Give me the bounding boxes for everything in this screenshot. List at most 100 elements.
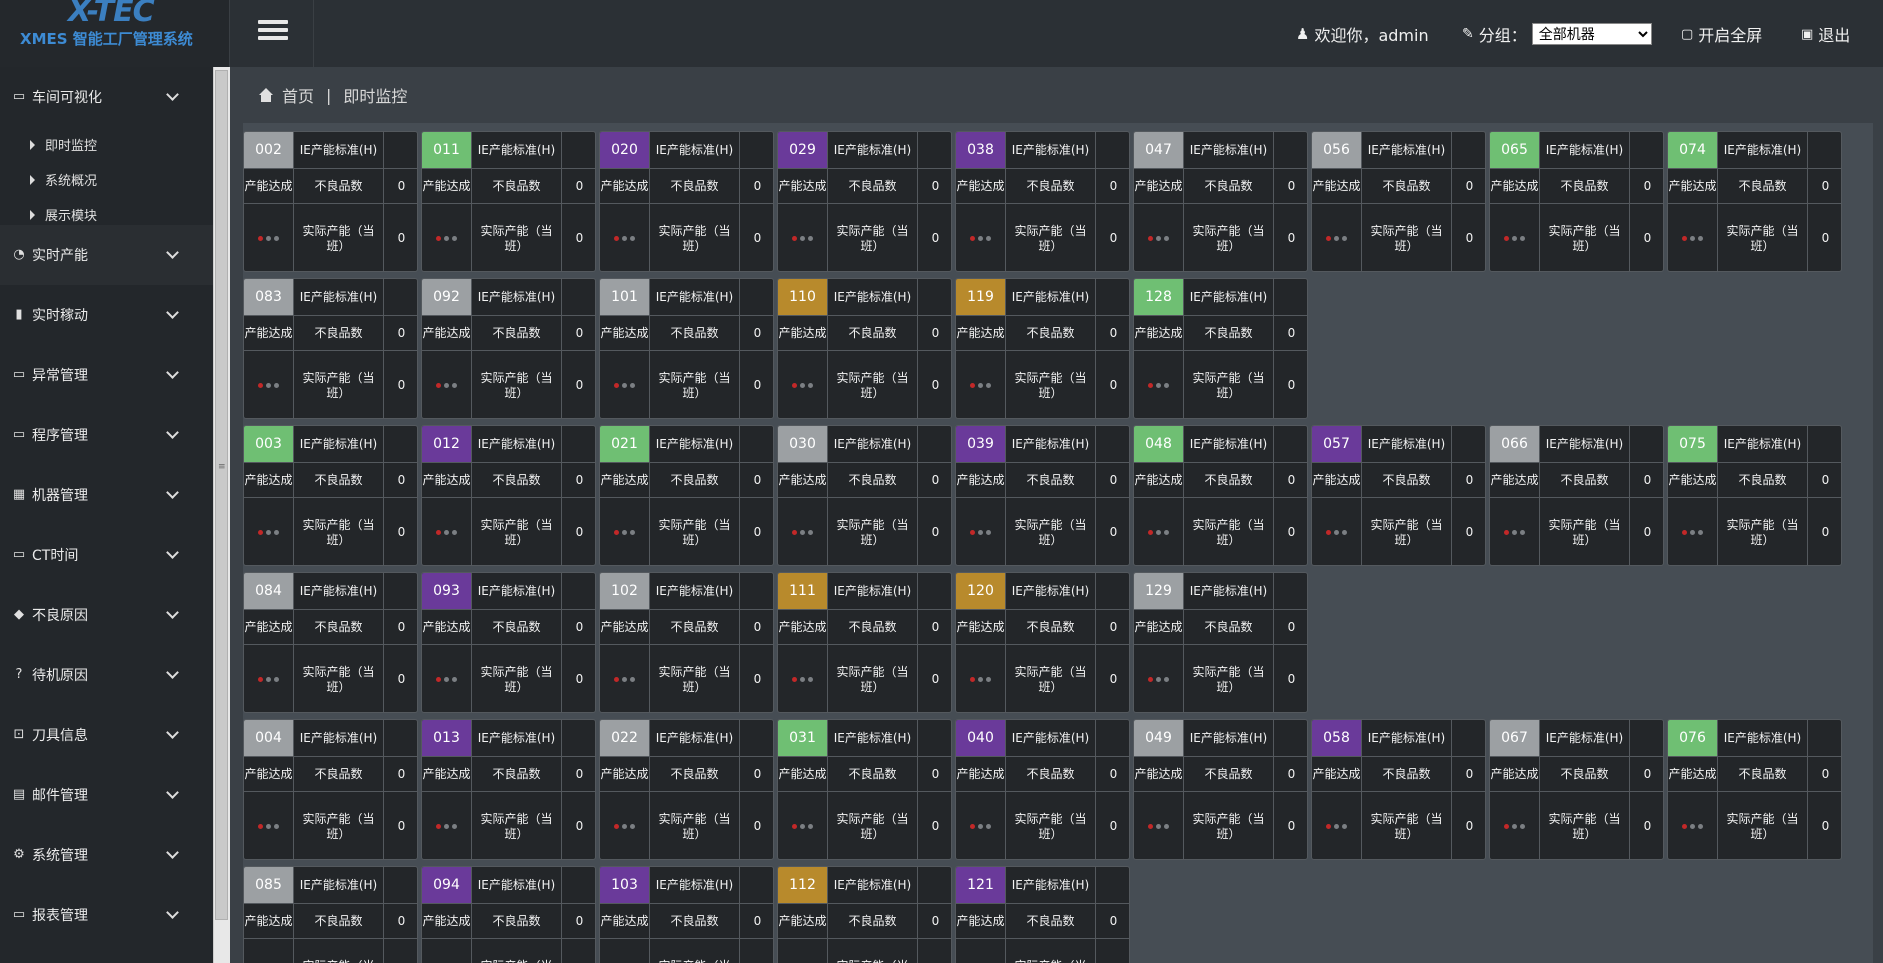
machine-id[interactable]: 094 [422,867,472,904]
machine-id[interactable]: 129 [1134,573,1184,610]
machine-id[interactable]: 040 [956,720,1006,757]
machine-card[interactable]: 002 IE产能标准(H) 产能达成 不良品数 0 实际产能（当班） 0 [243,131,418,272]
machine-id[interactable]: 065 [1490,132,1540,169]
machine-card[interactable]: 029 IE产能标准(H) 产能达成 不良品数 0 实际产能（当班） 0 [777,131,952,272]
welcome-user[interactable]: ♟ 欢迎你，admin [1296,22,1429,46]
machine-card[interactable]: 074 IE产能标准(H) 产能达成 不良品数 0 实际产能（当班） 0 [1667,131,1842,272]
machine-id[interactable]: 121 [956,867,1006,904]
machine-id[interactable]: 022 [600,720,650,757]
sidebar-item-10[interactable]: ⊡ 刀具信息 [0,705,213,765]
sidebar-scroll-thumb[interactable] [215,70,228,920]
sidebar-subitem-2[interactable]: 系统概况 [30,162,97,197]
machine-id[interactable]: 110 [778,279,828,316]
sidebar-item-9[interactable]: ? 待机原因 [0,645,213,705]
machine-card[interactable]: 129 IE产能标准(H) 产能达成 不良品数 0 实际产能（当班） 0 [1133,572,1308,713]
machine-card[interactable]: 110 IE产能标准(H) 产能达成 不良品数 0 实际产能（当班） 0 [777,278,952,419]
machine-id[interactable]: 047 [1134,132,1184,169]
sidebar-item-2[interactable]: ◔ 实时产能 [0,225,213,285]
machine-card[interactable]: 102 IE产能标准(H) 产能达成 不良品数 0 实际产能（当班） 0 [599,572,774,713]
sidebar-subitem-1[interactable]: 即时监控 [30,127,97,162]
machine-card[interactable]: 039 IE产能标准(H) 产能达成 不良品数 0 实际产能（当班） 0 [955,425,1130,566]
machine-id[interactable]: 076 [1668,720,1718,757]
machine-card[interactable]: 085IE产能标准(H)产能达成不良品数0实际产能（当班）0 [243,866,418,963]
machine-card[interactable]: 038 IE产能标准(H) 产能达成 不良品数 0 实际产能（当班） 0 [955,131,1130,272]
sidebar-item-8[interactable]: ◆ 不良原因 [0,585,213,645]
machine-card[interactable]: 076 IE产能标准(H) 产能达成 不良品数 0 实际产能（当班） 0 [1667,719,1842,860]
sidebar-item-6[interactable]: ▦ 机器管理 [0,465,213,525]
machine-card[interactable]: 047 IE产能标准(H) 产能达成 不良品数 0 实际产能（当班） 0 [1133,131,1308,272]
machine-card[interactable]: 065 IE产能标准(H) 产能达成 不良品数 0 实际产能（当班） 0 [1489,131,1664,272]
group-select[interactable]: 全部机器 [1531,23,1652,45]
machine-id[interactable]: 074 [1668,132,1718,169]
machine-card[interactable]: 066 IE产能标准(H) 产能达成 不良品数 0 实际产能（当班） 0 [1489,425,1664,566]
machine-id[interactable]: 128 [1134,279,1184,316]
machine-id[interactable]: 011 [422,132,472,169]
machine-id[interactable]: 119 [956,279,1006,316]
machine-id[interactable]: 101 [600,279,650,316]
machine-id[interactable]: 039 [956,426,1006,463]
machine-card[interactable]: 056 IE产能标准(H) 产能达成 不良品数 0 实际产能（当班） 0 [1311,131,1486,272]
machine-id[interactable]: 056 [1312,132,1362,169]
machine-id[interactable]: 020 [600,132,650,169]
machine-id[interactable]: 067 [1490,720,1540,757]
sidebar-item-3[interactable]: ▮ 实时稼动 [0,285,213,345]
machine-id[interactable]: 103 [600,867,650,904]
machine-card[interactable]: 049 IE产能标准(H) 产能达成 不良品数 0 实际产能（当班） 0 [1133,719,1308,860]
sidebar-item-12[interactable]: ⚙ 系统管理 [0,825,213,885]
machine-card[interactable]: 111 IE产能标准(H) 产能达成 不良品数 0 实际产能（当班） 0 [777,572,952,713]
machine-id[interactable]: 038 [956,132,1006,169]
machine-card[interactable]: 004 IE产能标准(H) 产能达成 不良品数 0 实际产能（当班） 0 [243,719,418,860]
machine-id[interactable]: 111 [778,573,828,610]
machine-id[interactable]: 084 [244,573,294,610]
machine-id[interactable]: 029 [778,132,828,169]
machine-card[interactable]: 057 IE产能标准(H) 产能达成 不良品数 0 实际产能（当班） 0 [1311,425,1486,566]
machine-id[interactable]: 048 [1134,426,1184,463]
machine-id[interactable]: 102 [600,573,650,610]
machine-id[interactable]: 075 [1668,426,1718,463]
machine-id[interactable]: 057 [1312,426,1362,463]
logout-button[interactable]: ▣ 退出 [1801,22,1850,46]
machine-id[interactable]: 021 [600,426,650,463]
machine-id[interactable]: 013 [422,720,472,757]
machine-card[interactable]: 093 IE产能标准(H) 产能达成 不良品数 0 实际产能（当班） 0 [421,572,596,713]
sidebar-item-5[interactable]: ▭ 程序管理 [0,405,213,465]
sidebar-subitem-3[interactable]: 展示模块 [30,197,97,232]
machine-card[interactable]: 103IE产能标准(H)产能达成不良品数0实际产能（当班）0 [599,866,774,963]
machine-card[interactable]: 040 IE产能标准(H) 产能达成 不良品数 0 实际产能（当班） 0 [955,719,1130,860]
machine-card[interactable]: 013 IE产能标准(H) 产能达成 不良品数 0 实际产能（当班） 0 [421,719,596,860]
machine-id[interactable]: 093 [422,573,472,610]
machine-id[interactable]: 085 [244,867,294,904]
machine-card[interactable]: 092 IE产能标准(H) 产能达成 不良品数 0 实际产能（当班） 0 [421,278,596,419]
machine-card[interactable]: 112IE产能标准(H)产能达成不良品数0实际产能（当班）0 [777,866,952,963]
sidebar-item-7[interactable]: ▭ CT时间 [0,525,213,585]
machine-card[interactable]: 084 IE产能标准(H) 产能达成 不良品数 0 实际产能（当班） 0 [243,572,418,713]
machine-card[interactable]: 094IE产能标准(H)产能达成不良品数0实际产能（当班）0 [421,866,596,963]
machine-id[interactable]: 030 [778,426,828,463]
machine-id[interactable]: 003 [244,426,294,463]
machine-id[interactable]: 092 [422,279,472,316]
machine-card[interactable]: 119 IE产能标准(H) 产能达成 不良品数 0 实际产能（当班） 0 [955,278,1130,419]
machine-card[interactable]: 012 IE产能标准(H) 产能达成 不良品数 0 实际产能（当班） 0 [421,425,596,566]
machine-card[interactable]: 030 IE产能标准(H) 产能达成 不良品数 0 实际产能（当班） 0 [777,425,952,566]
machine-id[interactable]: 058 [1312,720,1362,757]
machine-card[interactable]: 003 IE产能标准(H) 产能达成 不良品数 0 实际产能（当班） 0 [243,425,418,566]
breadcrumb-home[interactable]: 首页 [282,83,314,107]
home-icon[interactable] [258,88,274,102]
machine-id[interactable]: 112 [778,867,828,904]
sidebar-item-4[interactable]: ▭ 异常管理 [0,345,213,405]
machine-card[interactable]: 067 IE产能标准(H) 产能达成 不良品数 0 实际产能（当班） 0 [1489,719,1664,860]
machine-card[interactable]: 101 IE产能标准(H) 产能达成 不良品数 0 实际产能（当班） 0 [599,278,774,419]
machine-id[interactable]: 012 [422,426,472,463]
machine-card[interactable]: 058 IE产能标准(H) 产能达成 不良品数 0 实际产能（当班） 0 [1311,719,1486,860]
machine-id[interactable]: 083 [244,279,294,316]
machine-id[interactable]: 066 [1490,426,1540,463]
fullscreen-button[interactable]: ▢ 开启全屏 [1681,22,1762,46]
machine-id[interactable]: 120 [956,573,1006,610]
machine-card[interactable]: 031 IE产能标准(H) 产能达成 不良品数 0 实际产能（当班） 0 [777,719,952,860]
sidebar-item-1[interactable]: ▭ 车间可视化 [0,67,213,127]
machine-card[interactable]: 020 IE产能标准(H) 产能达成 不良品数 0 实际产能（当班） 0 [599,131,774,272]
machine-card[interactable]: 021 IE产能标准(H) 产能达成 不良品数 0 实际产能（当班） 0 [599,425,774,566]
machine-id[interactable]: 004 [244,720,294,757]
machine-id[interactable]: 002 [244,132,294,169]
machine-id[interactable]: 031 [778,720,828,757]
